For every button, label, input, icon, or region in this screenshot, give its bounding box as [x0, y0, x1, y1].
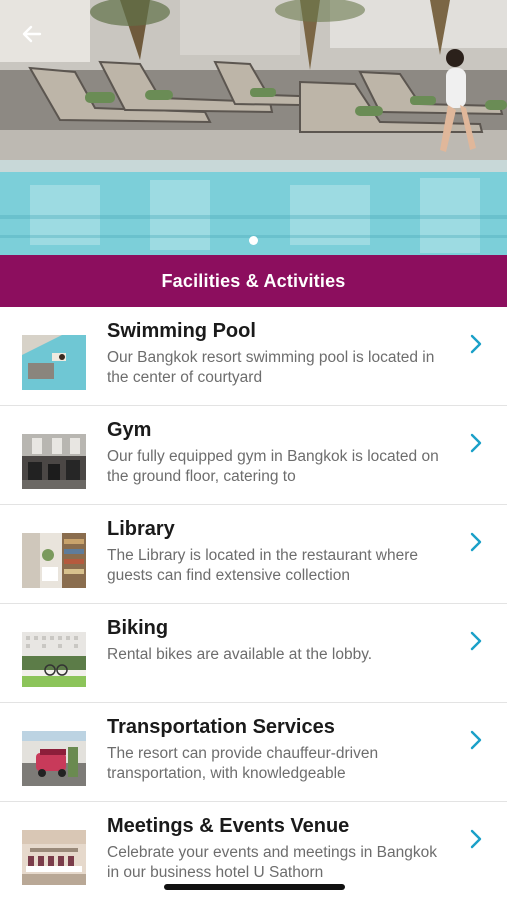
item-title: Gym: [107, 419, 152, 441]
carousel-dot[interactable]: [249, 236, 258, 245]
item-description: Rental bikes are available at the lobby.: [107, 646, 373, 663]
list-item-gym[interactable]: Gym Our fully equipped gym in Bangkok is…: [0, 406, 507, 505]
item-description: Our Bangkok resort swimming pool is loca…: [107, 349, 435, 386]
back-button[interactable]: [20, 22, 56, 58]
item-title: Library: [107, 518, 175, 540]
hero-image: [0, 0, 507, 255]
thumbnail-biking: [22, 632, 86, 687]
chevron-right-icon: [470, 829, 482, 849]
list-item-biking[interactable]: Biking Rental bikes are available at the…: [0, 604, 507, 703]
chevron-right-icon: [470, 730, 482, 750]
list-item-library[interactable]: Library The Library is located in the re…: [0, 505, 507, 604]
item-title: Transportation Services: [107, 716, 335, 738]
chevron-right-icon: [470, 334, 482, 354]
item-title: Biking: [107, 617, 169, 639]
thumbnail-pool: [22, 335, 86, 390]
thumbnail-tuktuk: [22, 731, 86, 786]
arrow-left-icon: [22, 25, 42, 43]
home-indicator[interactable]: [164, 884, 345, 890]
chevron-right-icon: [470, 631, 482, 651]
item-title: Swimming Pool: [107, 320, 256, 342]
item-description: The resort can provide chauffeur-driven …: [107, 745, 379, 782]
list-item-swimming-pool[interactable]: Swimming Pool Our Bangkok resort swimmin…: [0, 307, 507, 406]
thumbnail-gym: [22, 434, 86, 489]
carousel-indicator[interactable]: [0, 236, 507, 245]
chevron-right-icon: [470, 532, 482, 552]
list-item-transportation[interactable]: Transportation Services The resort can p…: [0, 703, 507, 802]
section-title: Facilities & Activities: [161, 270, 346, 291]
item-title: Meetings & Events Venue: [107, 815, 350, 837]
item-description: Our fully equipped gym in Bangkok is loc…: [107, 448, 439, 485]
item-description: The Library is located in the restaurant…: [107, 547, 419, 584]
item-description: Celebrate your events and meetings in Ba…: [107, 844, 438, 881]
chevron-right-icon: [470, 433, 482, 453]
thumbnail-meeting: [22, 830, 86, 885]
section-header: Facilities & Activities: [0, 255, 507, 307]
thumbnail-library: [22, 533, 86, 588]
facilities-list: Swimming Pool Our Bangkok resort swimmin…: [0, 307, 507, 900]
pool-scene-illustration: [0, 0, 507, 255]
facilities-screen: Facilities & Activities Swimming Pool Ou…: [0, 0, 507, 900]
